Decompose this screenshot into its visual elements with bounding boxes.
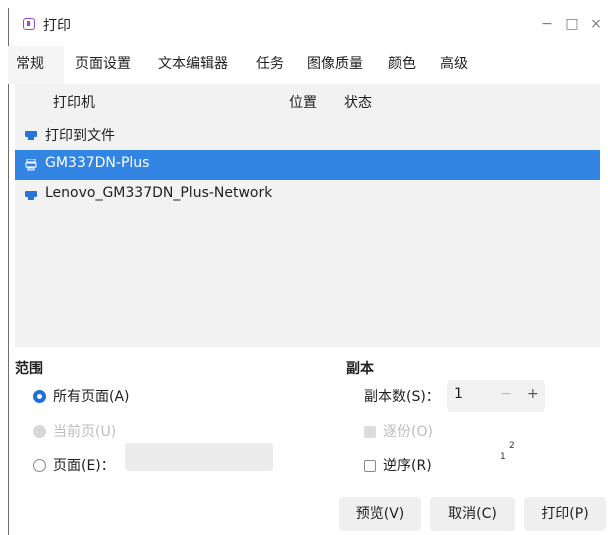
tab-image-quality[interactable]: 图像质量 (307, 46, 363, 84)
decrement-button: − (500, 386, 512, 402)
pages-radio[interactable] (33, 459, 46, 472)
printer-name: 打印到文件 (45, 128, 115, 144)
printer-row-print-to-file[interactable]: 打印到文件 (15, 120, 600, 150)
printer-name: GM337DN-Plus (45, 155, 150, 171)
printer-list[interactable]: 打印机 位置 状态 打印到文件 GM337DN-Plus Lenovo_GM33… (15, 84, 600, 347)
collate-order-icon-2: 2 (509, 441, 515, 451)
collate-order-icon-1: 1 (500, 452, 506, 462)
copies-count-label: 副本数(S)： (364, 389, 440, 405)
reverse-label[interactable]: 逆序(R) (383, 455, 432, 475)
range-title: 范围 (15, 361, 43, 377)
column-header-location[interactable]: 位置 (289, 92, 317, 112)
tab-page-setup[interactable]: 页面设置 (75, 46, 131, 84)
column-header-status[interactable]: 状态 (344, 92, 372, 112)
printer-icon (25, 159, 37, 171)
all-pages-label[interactable]: 所有页面(A) (53, 386, 130, 406)
printer-row-lenovo-network[interactable]: Lenovo_GM337DN_Plus-Network (15, 180, 600, 210)
printer-name: Lenovo_GM337DN_Plus-Network (45, 185, 273, 201)
increment-button[interactable]: + (527, 386, 539, 402)
print-button[interactable]: 打印(P) (524, 497, 606, 531)
tab-advanced[interactable]: 高级 (440, 46, 468, 84)
printer-app-icon (23, 18, 35, 30)
tab-color[interactable]: 颜色 (388, 46, 416, 84)
maximize-icon[interactable]: □ (564, 16, 580, 32)
window-title: 打印 (43, 18, 71, 34)
column-header-printer[interactable]: 打印机 (53, 92, 95, 112)
preview-button[interactable]: 预览(V) (339, 497, 421, 531)
pages-label[interactable]: 页面(E)： (53, 455, 115, 475)
pages-input[interactable] (125, 443, 273, 471)
current-page-radio (33, 425, 46, 438)
current-page-label: 当前页(U) (53, 424, 117, 440)
title-bar: 打印 − □ × (9, 8, 608, 42)
tab-general[interactable]: 常规 (16, 46, 44, 84)
all-pages-radio[interactable] (33, 390, 46, 403)
cancel-button[interactable]: 取消(C) (430, 497, 515, 531)
tab-jobs[interactable]: 任务 (256, 46, 284, 84)
minimize-icon[interactable]: − (539, 16, 555, 32)
collate-checkbox (364, 426, 376, 438)
tab-text-editor[interactable]: 文本编辑器 (158, 46, 228, 84)
collate-label: 逐份(O) (383, 424, 433, 440)
copies-count-value[interactable]: 1 (454, 386, 463, 402)
reverse-checkbox[interactable] (364, 460, 376, 472)
printer-row-gm337dn-plus[interactable]: GM337DN-Plus (15, 150, 600, 180)
copies-title: 副本 (346, 361, 374, 377)
printer-icon (25, 191, 37, 200)
printer-icon (25, 131, 37, 140)
close-icon[interactable]: × (588, 16, 604, 32)
